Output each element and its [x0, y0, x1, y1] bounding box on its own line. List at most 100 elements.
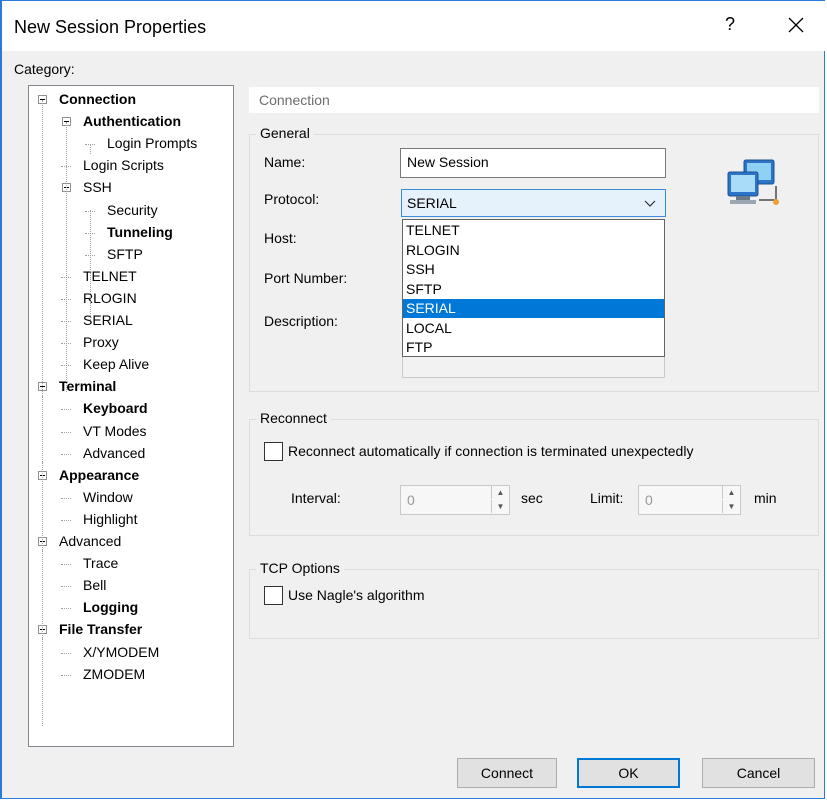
tree-item-label: VT Modes: [83, 422, 147, 439]
tree-item-x-ymodem[interactable]: X/YMODEM: [83, 642, 159, 664]
tree-item-terminal[interactable]: Terminal: [59, 376, 116, 398]
description-label: Description:: [264, 313, 338, 329]
tree-item-advanced[interactable]: Advanced: [83, 443, 145, 465]
tree-guide-line: [42, 100, 43, 400]
name-input[interactable]: New Session: [400, 148, 666, 178]
tree-item-label: Trace: [83, 555, 119, 572]
protocol-dropdown-list[interactable]: TELNET RLOGIN SSH SFTP SERIAL LOCAL FTP: [402, 219, 665, 357]
tree-guide-line: [42, 638, 43, 726]
tree-item-highlight[interactable]: Highlight: [83, 509, 137, 531]
interval-up-button[interactable]: ▲: [491, 486, 509, 499]
nagle-checkbox-label[interactable]: Use Nagle's algorithm: [288, 587, 425, 603]
tree-item-security[interactable]: Security: [107, 200, 158, 222]
interval-unit: sec: [521, 490, 543, 506]
protocol-label: Protocol:: [264, 191, 320, 207]
interval-label: Interval:: [291, 490, 341, 506]
tree-connector: [61, 652, 71, 654]
tree-item-label: Window: [83, 488, 133, 505]
tree-item-logging[interactable]: Logging: [83, 597, 138, 619]
description-input[interactable]: [402, 356, 665, 378]
protocol-select-value: SERIAL: [407, 195, 457, 211]
tree-guide-line: [90, 144, 91, 154]
cancel-button[interactable]: Cancel: [702, 758, 815, 788]
limit-up-button[interactable]: ▲: [722, 486, 740, 499]
tree-item-bell[interactable]: Bell: [83, 575, 106, 597]
protocol-option-rlogin[interactable]: RLOGIN: [403, 241, 664, 260]
tree-item-connection[interactable]: Connection: [59, 89, 136, 111]
tree-item-zmodem[interactable]: ZMODEM: [83, 664, 145, 686]
tree-item-tunneling[interactable]: Tunneling: [107, 222, 173, 244]
tree-item-label: Logging: [83, 599, 139, 616]
tree-item-label: Authentication: [83, 113, 181, 130]
tree-item-label: Keyboard: [83, 400, 148, 417]
tree-connector: [61, 674, 71, 676]
reconnect-checkbox[interactable]: [264, 442, 283, 461]
tree-item-label: Appearance: [59, 466, 140, 483]
tree-item-label: Login Scripts: [83, 157, 164, 174]
tree-item-appearance[interactable]: Appearance: [59, 465, 139, 487]
nagle-checkbox[interactable]: [264, 586, 283, 605]
tree-item-label: Login Prompts: [107, 135, 198, 152]
tree-item-label: X/YMODEM: [83, 643, 160, 660]
interval-stepper[interactable]: 0 ▲ ▼: [400, 485, 510, 515]
protocol-option-ssh[interactable]: SSH: [403, 260, 664, 279]
category-tree[interactable]: Connection Authentication Login Prompts Log…: [28, 85, 234, 747]
tree-item-login-prompts[interactable]: Login Prompts: [107, 133, 197, 155]
host-label: Host:: [264, 230, 297, 246]
tree-item-vt-modes[interactable]: VT Modes: [83, 421, 147, 443]
tree-item-label: Tunneling: [107, 223, 173, 240]
protocol-option-local[interactable]: LOCAL: [403, 319, 664, 338]
tcp-group-title: TCP Options: [256, 560, 344, 576]
protocol-option-ftp[interactable]: FTP: [403, 338, 664, 357]
connect-button[interactable]: Connect: [457, 758, 557, 788]
dialog-window: New Session Properties ? Category: Conne…: [0, 0, 827, 799]
tree-item-advanced[interactable]: Advanced: [59, 531, 121, 553]
tree-item-ssh[interactable]: SSH: [83, 177, 112, 199]
help-button[interactable]: ?: [718, 14, 742, 35]
tree-item-telnet[interactable]: TELNET: [83, 266, 137, 288]
tree-item-label: SFTP: [107, 245, 143, 262]
limit-stepper[interactable]: 0 ▲ ▼: [638, 485, 741, 515]
interval-down-button[interactable]: ▼: [491, 500, 509, 513]
tree-item-label: ZMODEM: [83, 665, 146, 682]
limit-down-button[interactable]: ▼: [722, 500, 740, 513]
tree-item-label: RLOGIN: [83, 289, 137, 306]
protocol-select[interactable]: SERIAL: [401, 189, 666, 217]
title-bar: New Session Properties ?: [2, 1, 827, 51]
window-title: New Session Properties: [14, 17, 207, 37]
tree-item-trace[interactable]: Trace: [83, 553, 118, 575]
tree-item-proxy[interactable]: Proxy: [83, 332, 119, 354]
tree-connector: [61, 608, 71, 610]
tree-connector: [61, 431, 71, 433]
tree-item-label: File Transfer: [59, 621, 143, 638]
tree-item-rlogin[interactable]: RLOGIN: [83, 288, 137, 310]
name-label: Name:: [264, 154, 306, 170]
tree-item-label: Bell: [83, 577, 107, 594]
tree-item-label: Keep Alive: [83, 356, 150, 373]
tree-guide-line: [42, 550, 43, 638]
tree-connector: [61, 564, 71, 566]
reconnect-group-title: Reconnect: [256, 410, 331, 426]
tree-connector: [61, 409, 71, 411]
category-label: Category:: [14, 61, 75, 77]
reconnect-checkbox-label[interactable]: Reconnect automatically if connection is…: [288, 443, 693, 459]
tree-item-label: Security: [107, 201, 158, 218]
close-button[interactable]: [782, 11, 810, 39]
protocol-option-serial[interactable]: SERIAL: [403, 299, 664, 318]
tree-guide-line: [66, 122, 67, 392]
tree-item-login-scripts[interactable]: Login Scripts: [83, 155, 164, 177]
tree-item-window[interactable]: Window: [83, 487, 133, 509]
tree-item-label: Advanced: [59, 533, 122, 549]
tree-guide-line: [42, 396, 43, 462]
tree-item-keep-alive[interactable]: Keep Alive: [83, 354, 149, 376]
limit-unit: min: [754, 490, 777, 506]
tree-item-file-transfer[interactable]: File Transfer: [59, 619, 142, 641]
tree-item-keyboard[interactable]: Keyboard: [83, 398, 148, 420]
tree-item-authentication[interactable]: Authentication: [83, 111, 181, 133]
protocol-option-telnet[interactable]: TELNET: [403, 221, 664, 240]
ok-button[interactable]: OK: [577, 758, 680, 788]
tree-item-label: Terminal: [59, 378, 117, 395]
tree-item-sftp[interactable]: SFTP: [107, 244, 143, 266]
protocol-option-sftp[interactable]: SFTP: [403, 280, 664, 299]
tree-connector: [61, 497, 71, 499]
